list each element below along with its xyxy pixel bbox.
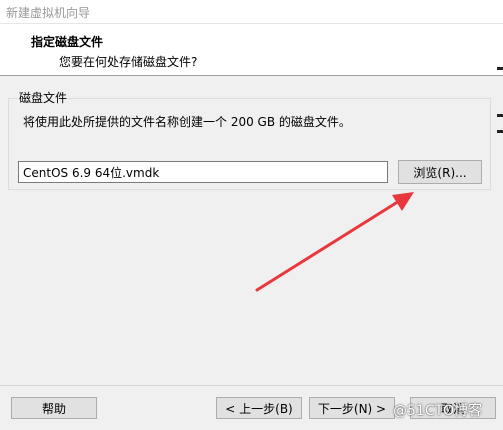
edge-artifact bbox=[497, 67, 503, 70]
watermark: @51CTO博客 bbox=[393, 403, 483, 419]
edge-artifact bbox=[497, 114, 503, 117]
arrow-shaft bbox=[255, 201, 398, 292]
edge-artifact bbox=[497, 130, 503, 133]
back-button[interactable]: < 上一步(B) bbox=[216, 397, 302, 419]
disk-file-description: 将使用此处所提供的文件名称创建一个 200 GB 的磁盘文件。 bbox=[23, 115, 351, 129]
wizard-header: 指定磁盘文件 您要在何处存储磁盘文件? bbox=[0, 24, 503, 76]
disk-filename-input[interactable] bbox=[18, 161, 388, 183]
help-button[interactable]: 帮助 bbox=[11, 397, 97, 419]
browse-button[interactable]: 浏览(R)... bbox=[398, 160, 482, 184]
window-title: 新建虚拟机向导 bbox=[6, 6, 91, 20]
page-subtitle: 您要在何处存储磁盘文件? bbox=[59, 55, 198, 69]
page-title: 指定磁盘文件 bbox=[31, 35, 104, 49]
title-bar[interactable]: 新建虚拟机向导 bbox=[0, 0, 503, 24]
disk-file-group-label: 磁盘文件 bbox=[18, 89, 69, 106]
new-vm-wizard-window: 新建虚拟机向导 指定磁盘文件 您要在何处存储磁盘文件? 磁盘文件 将使用此处所提… bbox=[0, 0, 503, 430]
next-button[interactable]: 下一步(N) > bbox=[309, 397, 395, 419]
footer-divider bbox=[0, 385, 503, 386]
arrow-head bbox=[392, 192, 414, 211]
